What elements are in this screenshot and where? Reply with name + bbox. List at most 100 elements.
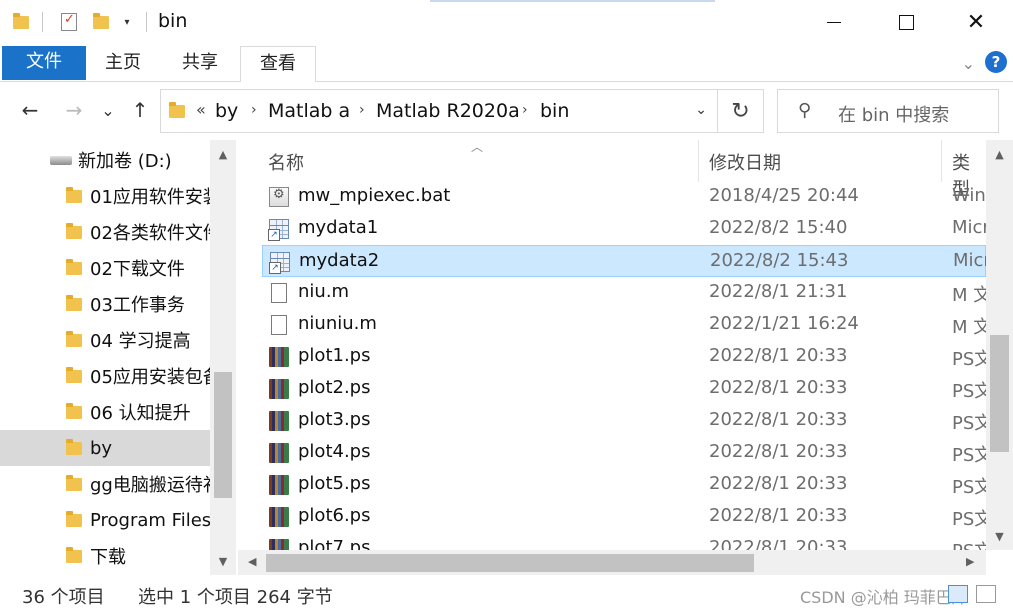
tree-item-label: 06 认知提升 <box>90 403 191 424</box>
back-button[interactable]: ← <box>16 96 44 124</box>
tab-view[interactable]: 查看 <box>240 46 316 83</box>
table-row[interactable]: plot5.ps 2022/8/1 20:33 PS文件 <box>262 469 986 501</box>
minimize-button[interactable] <box>806 0 862 44</box>
ps-file-icon <box>269 347 289 367</box>
column-divider[interactable] <box>698 140 699 182</box>
chevron-right-icon[interactable]: › <box>251 102 257 118</box>
large-icons-view-icon[interactable] <box>976 585 996 603</box>
horizontal-scroll-thumb[interactable] <box>266 554 754 572</box>
table-row[interactable]: plot3.ps 2022/8/1 20:33 PS文件 <box>262 405 986 437</box>
breadcrumb-matlab-a[interactable]: Matlab a <box>268 100 350 122</box>
scroll-down-icon[interactable]: ▼ <box>210 555 236 568</box>
folder-icon <box>66 366 82 383</box>
breadcrumb-bin[interactable]: bin <box>540 100 569 122</box>
tab-home[interactable]: 主页 <box>94 46 152 82</box>
file-name: niu.m <box>298 281 350 302</box>
vertical-scrollbar[interactable]: ▲ ▼ <box>986 140 1013 550</box>
table-row[interactable]: plot6.ps 2022/8/1 20:33 PS文件 <box>262 501 986 533</box>
file-modified-date: 2022/8/2 15:40 <box>709 217 848 238</box>
scroll-down-icon[interactable]: ▼ <box>986 530 1013 543</box>
ps-file-icon <box>269 379 289 399</box>
table-row[interactable]: plot2.ps 2022/8/1 20:33 PS文件 <box>262 373 986 405</box>
file-modified-date: 2022/8/1 20:33 <box>709 409 848 430</box>
file-name: plot3.ps <box>298 409 371 430</box>
file-type: Microsoft <box>952 217 986 238</box>
address-bar[interactable]: « by › Matlab a › Matlab R2020a › bin ⌄ <box>160 89 718 133</box>
file-type: PS文件 <box>952 381 986 402</box>
folder-icon <box>66 546 82 563</box>
column-header-modified[interactable]: 修改日期 <box>709 149 781 175</box>
breadcrumb-matlab-r2020a[interactable]: Matlab R2020a <box>376 100 520 122</box>
table-row[interactable]: mydata1 2022/8/2 15:40 Microsoft <box>262 213 986 245</box>
tree-item[interactable]: 03工作事务 <box>0 286 210 322</box>
file-type: Windows <box>952 185 986 206</box>
tree-item[interactable]: 06 认知提升 <box>0 394 210 430</box>
chevron-right-icon[interactable]: › <box>522 102 528 118</box>
file-modified-date: 2022/8/1 20:33 <box>709 345 848 366</box>
tree-item-label: 01应用软件安装 <box>90 187 210 208</box>
folder-icon <box>66 222 82 239</box>
status-bar: 36 个项目 选中 1 个项目 264 字节 CSDN @沁柏 玛菲巴库 <box>0 575 1013 612</box>
table-row[interactable]: plot4.ps 2022/8/1 20:33 PS文件 <box>262 437 986 469</box>
quick-access-customize-icon[interactable]: ▾ <box>118 10 136 34</box>
table-row[interactable]: niuniu.m 2022/1/21 16:24 M 文件 <box>262 309 986 341</box>
scroll-left-icon[interactable]: ◀ <box>248 555 256 568</box>
folder-icon <box>66 330 82 347</box>
column-divider[interactable] <box>941 140 942 182</box>
close-button[interactable]: ✕ <box>948 0 1004 44</box>
details-view-icon[interactable] <box>948 585 968 603</box>
tree-item[interactable]: 01应用软件安装 <box>0 178 210 214</box>
horizontal-scrollbar[interactable]: ◀ ▶ <box>238 550 986 575</box>
tree-item-label: 新加卷 (D:) <box>78 151 172 172</box>
breadcrumb-overflow[interactable]: « <box>196 100 206 119</box>
tab-share[interactable]: 共享 <box>170 46 230 82</box>
tree-item[interactable]: by <box>0 430 210 466</box>
properties-icon[interactable] <box>58 10 80 34</box>
file-modified-date: 2022/8/1 20:33 <box>709 377 848 398</box>
forward-button[interactable]: → <box>60 96 88 124</box>
tree-item[interactable]: gg电脑搬运待补 <box>0 466 210 502</box>
tree-item[interactable]: 02各类软件文件 <box>0 214 210 250</box>
scroll-up-icon[interactable]: ▲ <box>986 148 1013 161</box>
tree-item[interactable]: Program Files <box>0 502 210 538</box>
maximize-button[interactable] <box>878 0 934 44</box>
file-name: plot2.ps <box>298 377 371 398</box>
file-name: plot4.ps <box>298 441 371 462</box>
ribbon-tabs: 文件 主页 共享 查看 ⌄ ? <box>0 44 1013 83</box>
tree-item[interactable]: 下载 <box>0 538 210 574</box>
folder-icon <box>66 186 82 203</box>
breadcrumb-by[interactable]: by <box>215 100 238 122</box>
scroll-up-icon[interactable]: ▲ <box>210 148 236 161</box>
item-count: 36 个项目 <box>22 587 105 608</box>
tree-item[interactable]: 04 学习提高 <box>0 322 210 358</box>
recent-locations-button[interactable]: ⌄ <box>96 96 120 124</box>
ribbon-expand-icon[interactable]: ⌄ <box>962 54 975 73</box>
new-folder-icon[interactable] <box>90 10 112 34</box>
batch-file-icon <box>269 187 289 207</box>
table-row[interactable]: plot1.ps 2022/8/1 20:33 PS文件 <box>262 341 986 373</box>
chevron-right-icon[interactable]: › <box>359 102 365 118</box>
file-modified-date: 2022/8/1 20:33 <box>709 441 848 462</box>
up-button[interactable]: ↑ <box>126 96 154 124</box>
search-input[interactable]: ⚲ 在 bin 中搜索 <box>777 89 999 133</box>
scroll-right-icon[interactable]: ▶ <box>966 555 974 568</box>
file-name: plot1.ps <box>298 345 371 366</box>
file-modified-date: 2022/8/1 20:33 <box>709 473 848 494</box>
tree-item[interactable]: 05应用安装包备 <box>0 358 210 394</box>
navigation-scrollbar[interactable]: ▲ ▼ <box>210 140 236 575</box>
column-header-name[interactable]: 名称 <box>268 149 304 175</box>
help-icon[interactable]: ? <box>985 51 1007 73</box>
title-accent-line <box>430 0 715 2</box>
table-row[interactable]: niu.m 2022/8/1 21:31 M 文件 <box>262 277 986 309</box>
table-row[interactable]: mw_mpiexec.bat 2018/4/25 20:44 Windows <box>262 181 986 213</box>
navigation-scroll-thumb[interactable] <box>214 372 232 498</box>
tree-item-drive-d[interactable]: 新加卷 (D:) <box>0 142 210 178</box>
tree-item-label: 05应用安装包备 <box>90 367 210 388</box>
tree-item[interactable]: 02下载文件 <box>0 250 210 286</box>
refresh-button[interactable]: ↻ <box>718 89 764 133</box>
tab-file[interactable]: 文件 <box>2 46 86 80</box>
address-history-chevron-down-icon[interactable]: ⌄ <box>695 102 707 118</box>
vertical-scroll-thumb[interactable] <box>990 335 1009 452</box>
table-row[interactable]: mydata2 2022/8/2 15:43 Microsoft <box>262 245 987 277</box>
file-type: PS文件 <box>952 477 986 498</box>
